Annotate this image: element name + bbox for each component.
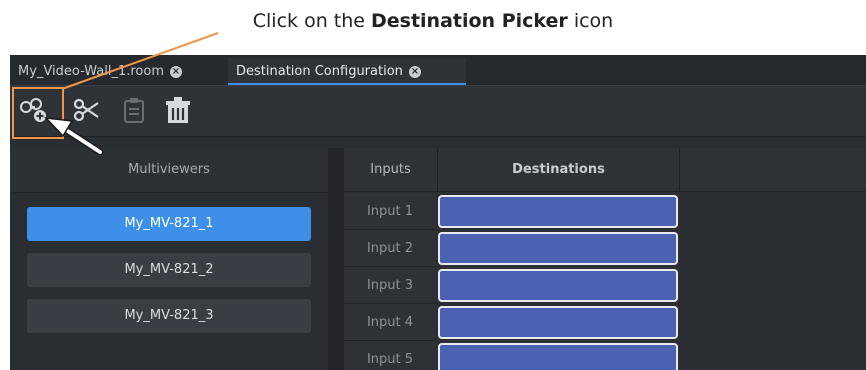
close-icon[interactable]: × — [408, 65, 421, 78]
panel-splitter[interactable] — [328, 148, 344, 370]
multiviewer-item[interactable]: My_MV-821_2 — [27, 253, 311, 287]
input-row-label: Input 3 — [344, 267, 436, 304]
destination-cell[interactable] — [438, 269, 678, 302]
destination-cell[interactable] — [438, 195, 678, 228]
callout-highlight-box — [12, 87, 64, 139]
inputs-column-header: Inputs — [344, 148, 438, 192]
scissors-icon — [73, 98, 99, 122]
multiviewer-item[interactable]: My_MV-821_1 — [27, 207, 311, 241]
close-icon[interactable]: × — [169, 65, 182, 78]
destination-cell[interactable] — [438, 306, 678, 339]
destination-cell[interactable] — [438, 232, 678, 265]
trash-icon — [166, 97, 190, 123]
caption-suffix: icon — [567, 10, 614, 32]
tab-video-wall-room[interactable]: My_Video-Wall_1.room × — [10, 58, 218, 85]
input-row-label: Input 2 — [344, 230, 436, 267]
input-row-label: Input 5 — [344, 341, 436, 370]
multiviewers-header: Multiviewers — [10, 148, 328, 193]
input-row-label: Input 4 — [344, 304, 436, 341]
destination-cell[interactable] — [438, 343, 678, 370]
caption-prefix: Click on the — [252, 10, 371, 32]
caption-bold: Destination Picker — [371, 10, 568, 32]
toolbar — [10, 86, 866, 137]
multiviewer-item[interactable]: My_MV-821_3 — [27, 299, 311, 333]
tab-destination-configuration[interactable]: Destination Configuration × — [228, 58, 466, 85]
destinations-column-header: Destinations — [438, 148, 680, 192]
paste-button[interactable] — [118, 94, 150, 126]
tab-label: Destination Configuration — [236, 64, 403, 79]
empty-column-header — [680, 148, 866, 192]
multiviewers-panel: Multiviewers My_MV-821_1 My_MV-821_2 My_… — [10, 148, 328, 370]
clipboard-icon — [124, 98, 144, 123]
tab-label: My_Video-Wall_1.room — [18, 64, 164, 79]
cut-button[interactable] — [70, 94, 102, 126]
destination-grid: Inputs Destinations Input 1 Input 2 Inpu… — [344, 148, 866, 370]
delete-button[interactable] — [162, 94, 194, 126]
tab-bar: My_Video-Wall_1.room × Destination Config… — [10, 55, 866, 86]
instruction-caption: Click on the Destination Picker icon — [0, 10, 866, 32]
input-row-label: Input 1 — [344, 193, 436, 230]
app-window: My_Video-Wall_1.room × Destination Config… — [10, 55, 866, 370]
